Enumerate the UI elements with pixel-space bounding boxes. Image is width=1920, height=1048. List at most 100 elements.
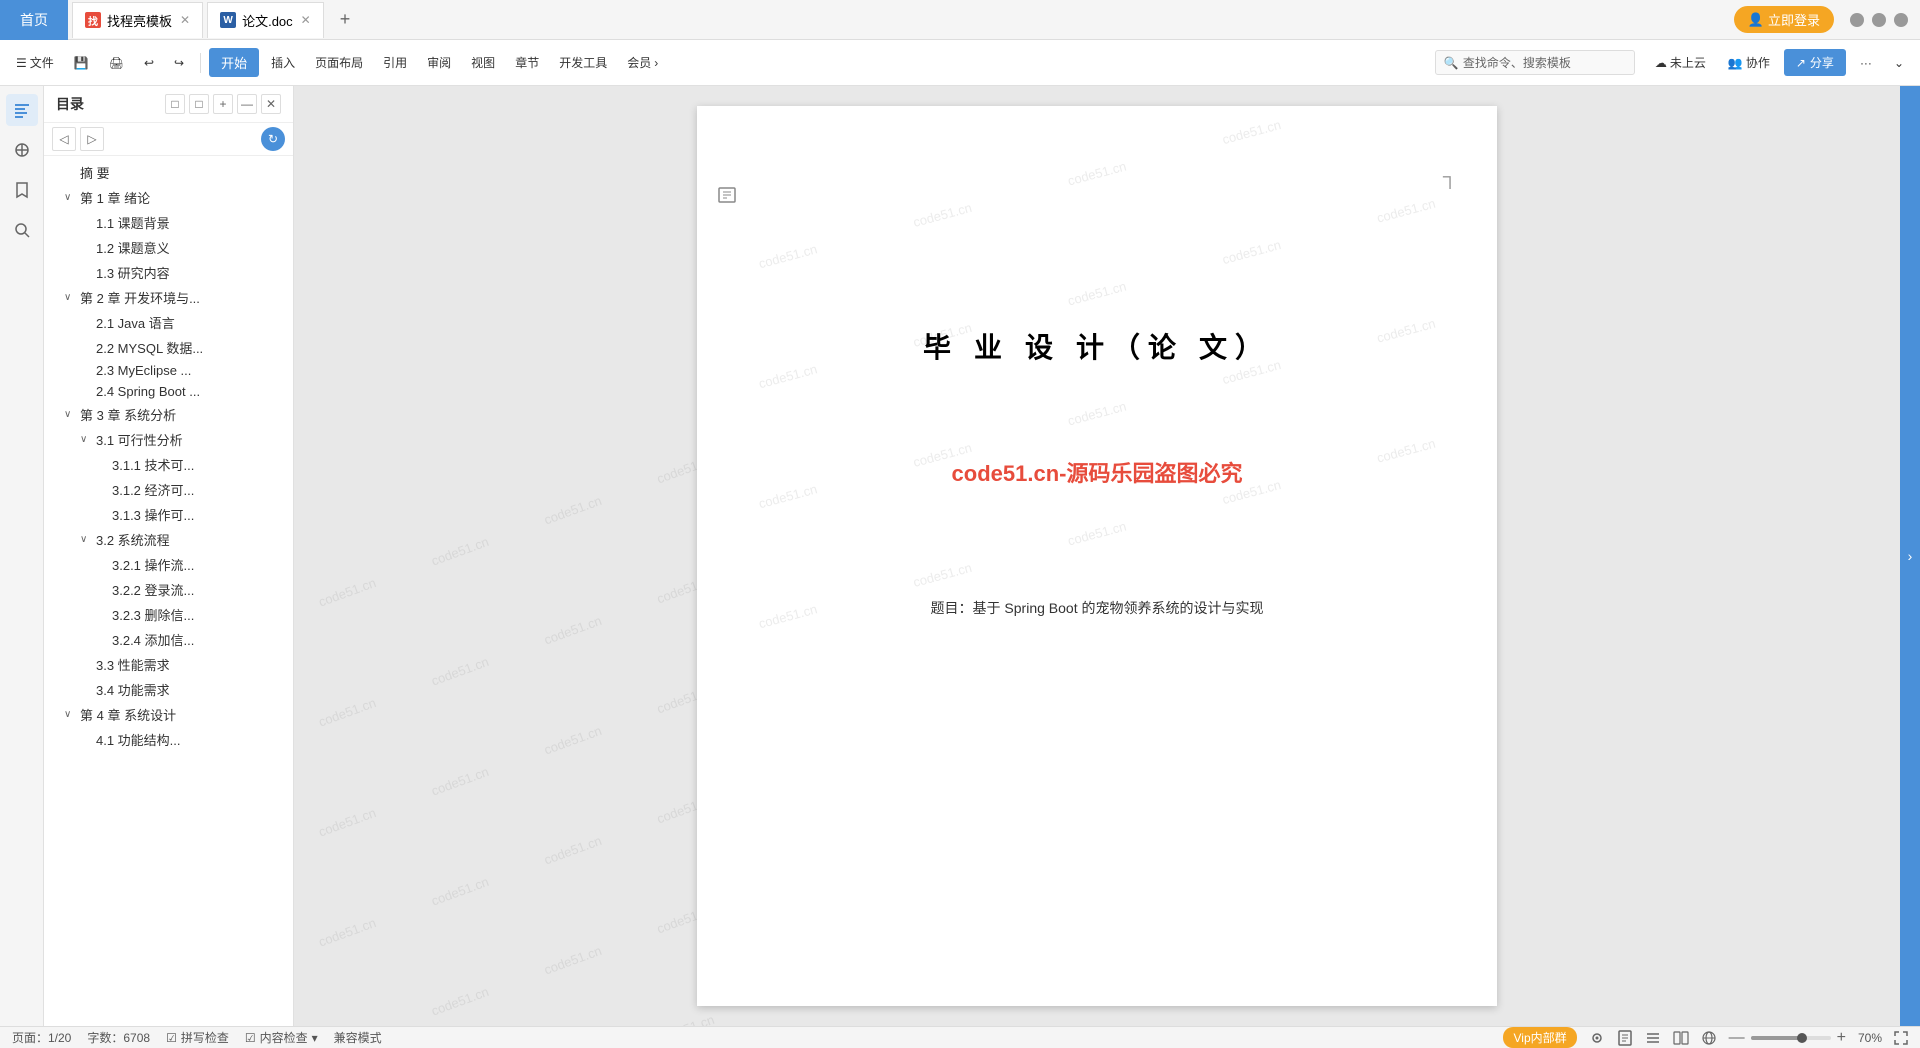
toolbar-start[interactable]: 开始: [209, 48, 259, 77]
toc-item[interactable]: 3.1.3 操作可...: [44, 502, 293, 527]
toc-back-btn[interactable]: ◁: [52, 127, 76, 151]
right-sidebar-toggle[interactable]: ›: [1900, 86, 1920, 1026]
close-button[interactable]: [1894, 13, 1908, 27]
toc-remove-btn[interactable]: —: [237, 94, 257, 114]
toc-item[interactable]: 3.4 功能需求: [44, 677, 293, 702]
toolbar-cloud[interactable]: ☁ 未上云: [1647, 50, 1714, 75]
toolbar-print[interactable]: 🖨: [101, 52, 132, 74]
toc-item-label: 第 3 章 系统分析: [80, 405, 176, 424]
toolbar-dev[interactable]: 开发工具: [551, 50, 615, 75]
toc-item-label: 3.1.2 经济可...: [112, 480, 194, 499]
toc-item-label: 3.2.4 添加信...: [112, 630, 194, 649]
search-icon-btn[interactable]: [6, 214, 38, 246]
toc-item[interactable]: 摘 要: [44, 160, 293, 185]
toolbar-file[interactable]: ☰ 文件: [8, 50, 62, 75]
toolbar-collab[interactable]: 👥 协作: [1720, 50, 1778, 75]
doc-area[interactable]: code51.cn code51.cn code51.cn code51.cn …: [294, 86, 1900, 1026]
search-icon: 🔍: [1444, 56, 1459, 70]
toc-item[interactable]: ∨3.2 系统流程: [44, 527, 293, 552]
tab-template-label: 找程亮模板: [107, 11, 172, 30]
toc-forward-btn[interactable]: ▷: [80, 127, 104, 151]
view-mode-outline[interactable]: [1645, 1030, 1661, 1046]
template-tab-icon: 找: [85, 12, 101, 28]
toc-expand-btn[interactable]: □: [189, 94, 209, 114]
toolbar-member[interactable]: 会员 ›: [619, 50, 666, 75]
vip-badge[interactable]: Vip内部群: [1503, 1027, 1576, 1048]
toc-item[interactable]: 3.1.2 经济可...: [44, 477, 293, 502]
toc-item[interactable]: 1.1 课题背景: [44, 210, 293, 235]
toolbar-references[interactable]: 引用: [375, 50, 415, 75]
undo-icon: ↩: [144, 56, 154, 70]
toc-controls: □ □ + — ✕: [165, 94, 281, 114]
toc-item[interactable]: 3.3 性能需求: [44, 652, 293, 677]
toolbar-redo[interactable]: ↪: [166, 52, 192, 74]
toc-collapse-btn[interactable]: □: [165, 94, 185, 114]
read-mode[interactable]: [1589, 1030, 1605, 1046]
toolbar-save[interactable]: 💾: [66, 52, 97, 74]
toc-item[interactable]: 3.1.1 技术可...: [44, 452, 293, 477]
toc-item[interactable]: 1.3 研究内容: [44, 260, 293, 285]
toc-item-label: 3.4 功能需求: [96, 680, 170, 699]
toc-refresh-btn[interactable]: ↻: [261, 127, 285, 151]
toc-item[interactable]: ∨第 4 章 系统设计: [44, 702, 293, 727]
toc-item[interactable]: 2.1 Java 语言: [44, 310, 293, 335]
collab-label: 协作: [1746, 54, 1770, 71]
minimize-button[interactable]: [1850, 13, 1864, 27]
toolbar-sep1: [200, 53, 201, 73]
tab-template-close[interactable]: ✕: [180, 13, 190, 27]
toolbar-expand[interactable]: ⌄: [1886, 52, 1912, 74]
toc-item[interactable]: 4.1 功能结构...: [44, 727, 293, 752]
toc-icon-btn[interactable]: [6, 94, 38, 126]
share-button[interactable]: ↗ 分享: [1784, 49, 1846, 76]
toc-item[interactable]: 2.4 Spring Boot ...: [44, 381, 293, 402]
toc-item[interactable]: 3.2.1 操作流...: [44, 552, 293, 577]
toolbar-review[interactable]: 审阅: [419, 50, 459, 75]
spell-check[interactable]: ☑ 拼写检查: [166, 1029, 229, 1046]
fullscreen-btn[interactable]: [1894, 1031, 1908, 1045]
bookmark-icon-btn[interactable]: [6, 174, 38, 206]
toc-item[interactable]: ∨第 3 章 系统分析: [44, 402, 293, 427]
view-mode-page[interactable]: [1617, 1030, 1633, 1046]
toc-item-label: 2.4 Spring Boot ...: [96, 384, 200, 399]
zoom-out-btn[interactable]: —: [1729, 1029, 1745, 1047]
toc-item[interactable]: 3.2.3 删除信...: [44, 602, 293, 627]
toc-item[interactable]: ∨3.1 可行性分析: [44, 427, 293, 452]
toc-close-btn[interactable]: ✕: [261, 94, 281, 114]
toc-item[interactable]: 2.3 MyEclipse ...: [44, 360, 293, 381]
web-mode[interactable]: [1701, 1030, 1717, 1046]
spell-check-label: 拼写检查: [181, 1029, 229, 1046]
content-check[interactable]: ☑ 内容检查 ▾: [245, 1029, 318, 1046]
toolbar-chapter[interactable]: 章节: [507, 50, 547, 75]
home-tab[interactable]: 首页: [0, 0, 68, 40]
zoom-slider[interactable]: [1751, 1036, 1831, 1040]
tab-document-close[interactable]: ✕: [301, 13, 311, 27]
toc-item[interactable]: 3.2.2 登录流...: [44, 577, 293, 602]
view-mode-two-page[interactable]: [1673, 1030, 1689, 1046]
toc-add-btn[interactable]: +: [213, 94, 233, 114]
toolbar-member-label: 会员: [627, 54, 651, 71]
toc-item-label: 4.1 功能结构...: [96, 730, 181, 749]
toolbar-undo[interactable]: ↩: [136, 52, 162, 74]
toc-item[interactable]: 3.2.4 添加信...: [44, 627, 293, 652]
zoom-in-btn[interactable]: +: [1837, 1029, 1846, 1047]
content-check-icon: ☑: [245, 1031, 256, 1045]
compat-mode[interactable]: 兼容模式: [334, 1029, 382, 1046]
toc-item-label: 摘 要: [80, 163, 110, 182]
toc-item[interactable]: 2.2 MYSQL 数据...: [44, 335, 293, 360]
toolbar-view[interactable]: 视图: [463, 50, 503, 75]
nav-icon-btn[interactable]: [6, 134, 38, 166]
toc-item[interactable]: ∨第 2 章 开发环境与...: [44, 285, 293, 310]
toolbar-layout[interactable]: 页面布局: [307, 50, 371, 75]
add-tab-button[interactable]: +: [332, 9, 359, 30]
tab-template[interactable]: 找 找程亮模板 ✕: [72, 2, 203, 38]
toolbar-more[interactable]: ···: [1852, 52, 1880, 74]
login-button[interactable]: 👤 立即登录: [1734, 6, 1834, 33]
restore-button[interactable]: [1872, 13, 1886, 27]
toolbar-search-box[interactable]: 🔍 查找命令、搜索模板: [1435, 50, 1635, 75]
toc-item-label: 1.2 课题意义: [96, 238, 170, 257]
toc-item[interactable]: ∨第 1 章 绪论: [44, 185, 293, 210]
tab-document[interactable]: W 论文.doc ✕: [207, 2, 324, 38]
toc-item-label: 3.3 性能需求: [96, 655, 170, 674]
toc-item[interactable]: 1.2 课题意义: [44, 235, 293, 260]
toolbar-insert[interactable]: 插入: [263, 50, 303, 75]
